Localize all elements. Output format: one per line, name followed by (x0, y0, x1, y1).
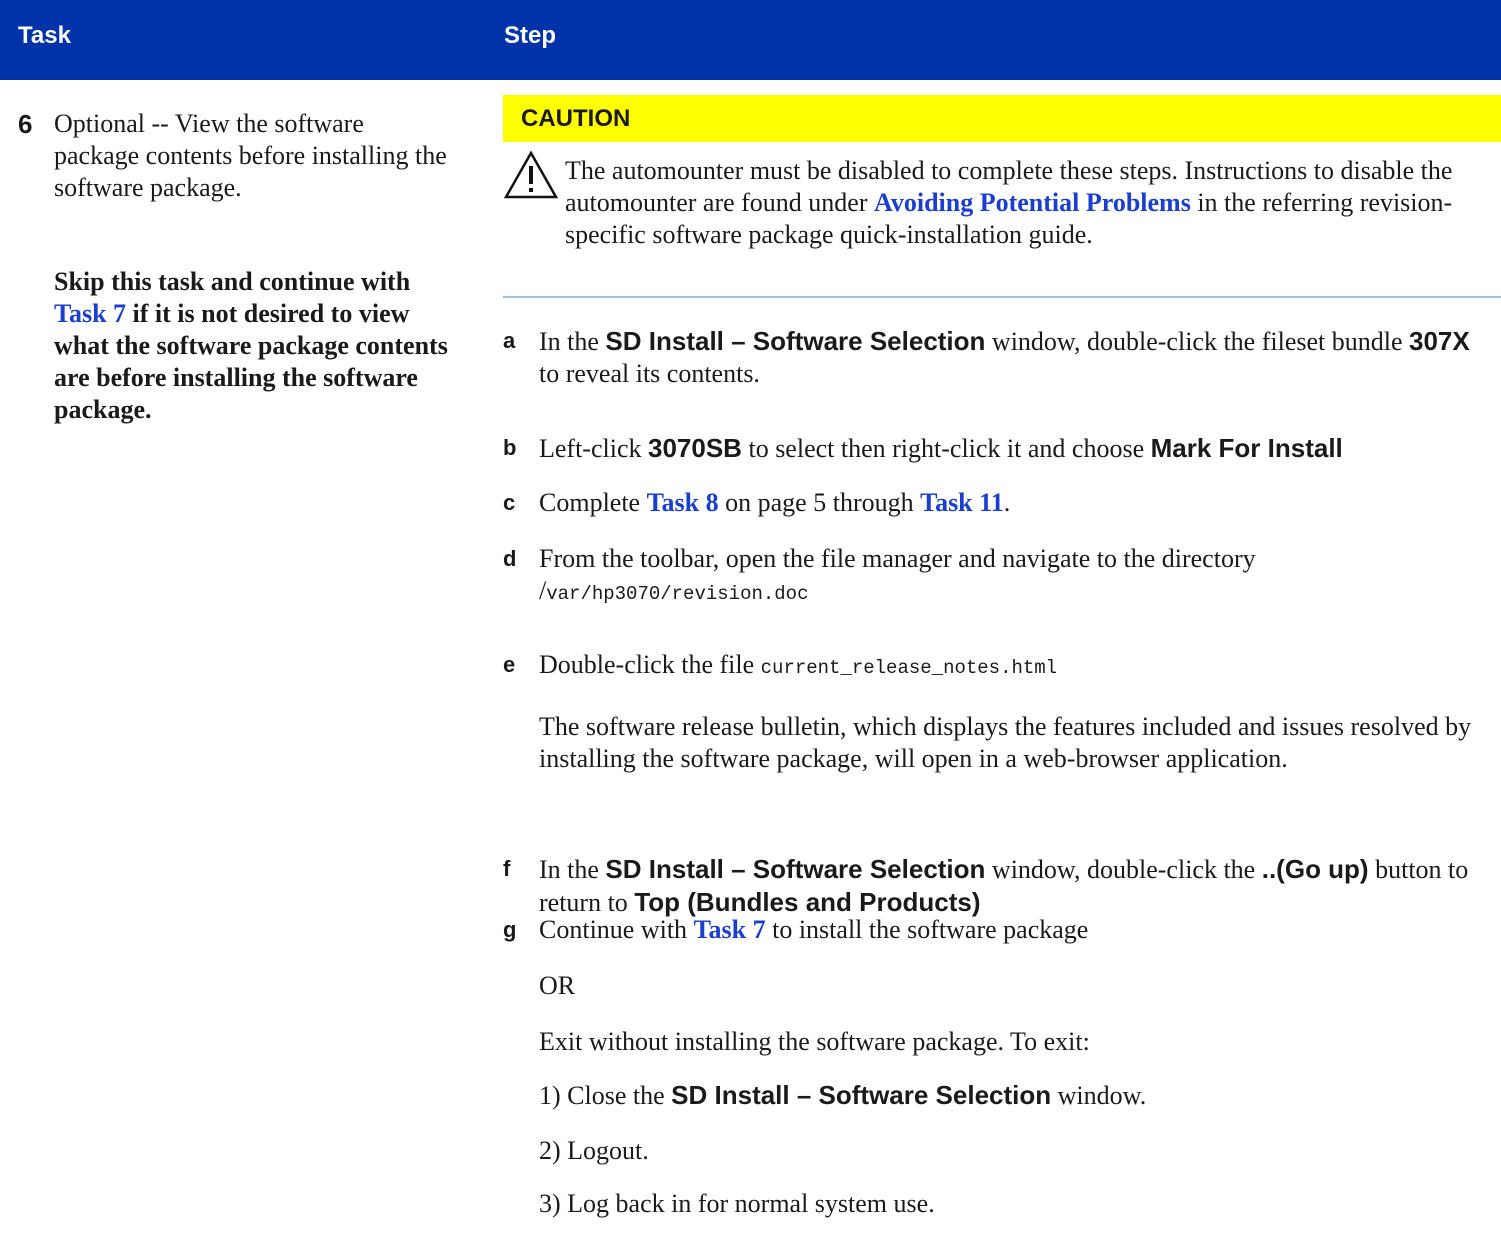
caution-divider (503, 296, 1501, 298)
menu-command: Mark For Install (1150, 433, 1343, 463)
text: Complete (539, 488, 647, 517)
text: window, double-click the fileset bundle (985, 327, 1410, 356)
link-avoiding-potential-problems[interactable]: Avoiding Potential Problems (874, 188, 1191, 217)
text: to reveal its contents. (539, 359, 760, 388)
caution-banner: CAUTION (503, 95, 1501, 142)
exit-step-3: 3) Log back in for normal system use. (539, 1189, 935, 1218)
step-letter: e (503, 652, 516, 677)
caution-label: CAUTION (521, 105, 631, 132)
file-name: current_release_notes.html (760, 657, 1058, 679)
warning-triangle-icon (503, 150, 559, 199)
text: window. (1051, 1081, 1147, 1110)
text: to install the software package (765, 915, 1089, 944)
exit-step-2: 2) Logout. (539, 1136, 649, 1165)
text: on page 5 through (718, 488, 921, 517)
view-name: Top (Bundles and Products) (634, 887, 981, 917)
step-f-text: In the SD Install – Software Selection w… (539, 853, 1489, 919)
step-c-text: Complete Task 8 on page 5 through Task 1… (539, 487, 1489, 519)
task-skip-note: Skip this task and continue with Task 7 … (54, 266, 454, 426)
link-task-11[interactable]: Task 11 (920, 488, 1004, 517)
text: Double-click the file (539, 650, 761, 679)
step-letter: b (503, 435, 517, 460)
link-task-7[interactable]: Task 7 (54, 299, 126, 328)
header-task: Task (18, 22, 71, 49)
text: In the (539, 855, 606, 884)
bundle-name: 307X (1409, 326, 1470, 356)
task-number: 6 (18, 109, 33, 139)
step-g-text: Continue with Task 7 to install the soft… (539, 914, 1489, 946)
step-e-note: The software release bulletin, which dis… (539, 712, 1472, 773)
link-task-8[interactable]: Task 8 (647, 488, 719, 517)
button-name: ..(Go up) (1261, 854, 1369, 884)
step-letter: d (503, 546, 517, 571)
ui-window-name: SD Install – Software Selection (671, 1080, 1052, 1110)
step-letter: g (503, 917, 517, 942)
text: Left-click (539, 434, 648, 463)
skip-text-before: Skip this task and continue with (54, 267, 411, 296)
text: . (1003, 488, 1011, 517)
header-step: Step (504, 22, 557, 49)
text: window, double-click the (985, 855, 1262, 884)
caution-text: The automounter must be disabled to comp… (565, 155, 1485, 251)
exit-step-1: 1) Close the SD Install – Software Selec… (539, 1079, 1489, 1112)
text: to select then right-click it and choose (741, 434, 1151, 463)
directory-path: var/hp3070/revision.doc (546, 583, 809, 605)
ui-window-name: SD Install – Software Selection (605, 854, 986, 884)
text: 1) Close the (539, 1081, 672, 1110)
exit-intro: Exit without installing the software pac… (539, 1027, 1090, 1056)
text: From the toolbar, open the file manager … (539, 544, 1256, 573)
table-header: Task Step (0, 0, 1501, 80)
task-description: Optional -- View the software package co… (54, 109, 447, 202)
step-letter: a (503, 328, 516, 353)
link-task-7[interactable]: Task 7 (694, 915, 766, 944)
step-e-text: Double-click the file current_release_no… (539, 649, 1489, 684)
ui-window-name: SD Install – Software Selection (605, 326, 986, 356)
step-b-text: Left-click 3070SB to select then right-c… (539, 432, 1489, 465)
step-a-text: In the SD Install – Software Selection w… (539, 325, 1489, 390)
fileset-name: 3070SB (648, 433, 742, 463)
or-text: OR (539, 971, 576, 1000)
text: Continue with (539, 915, 694, 944)
text: In the (539, 327, 606, 356)
step-letter: f (503, 856, 511, 881)
step-letter: c (503, 490, 516, 515)
step-d-text: From the toolbar, open the file manager … (539, 543, 1489, 610)
